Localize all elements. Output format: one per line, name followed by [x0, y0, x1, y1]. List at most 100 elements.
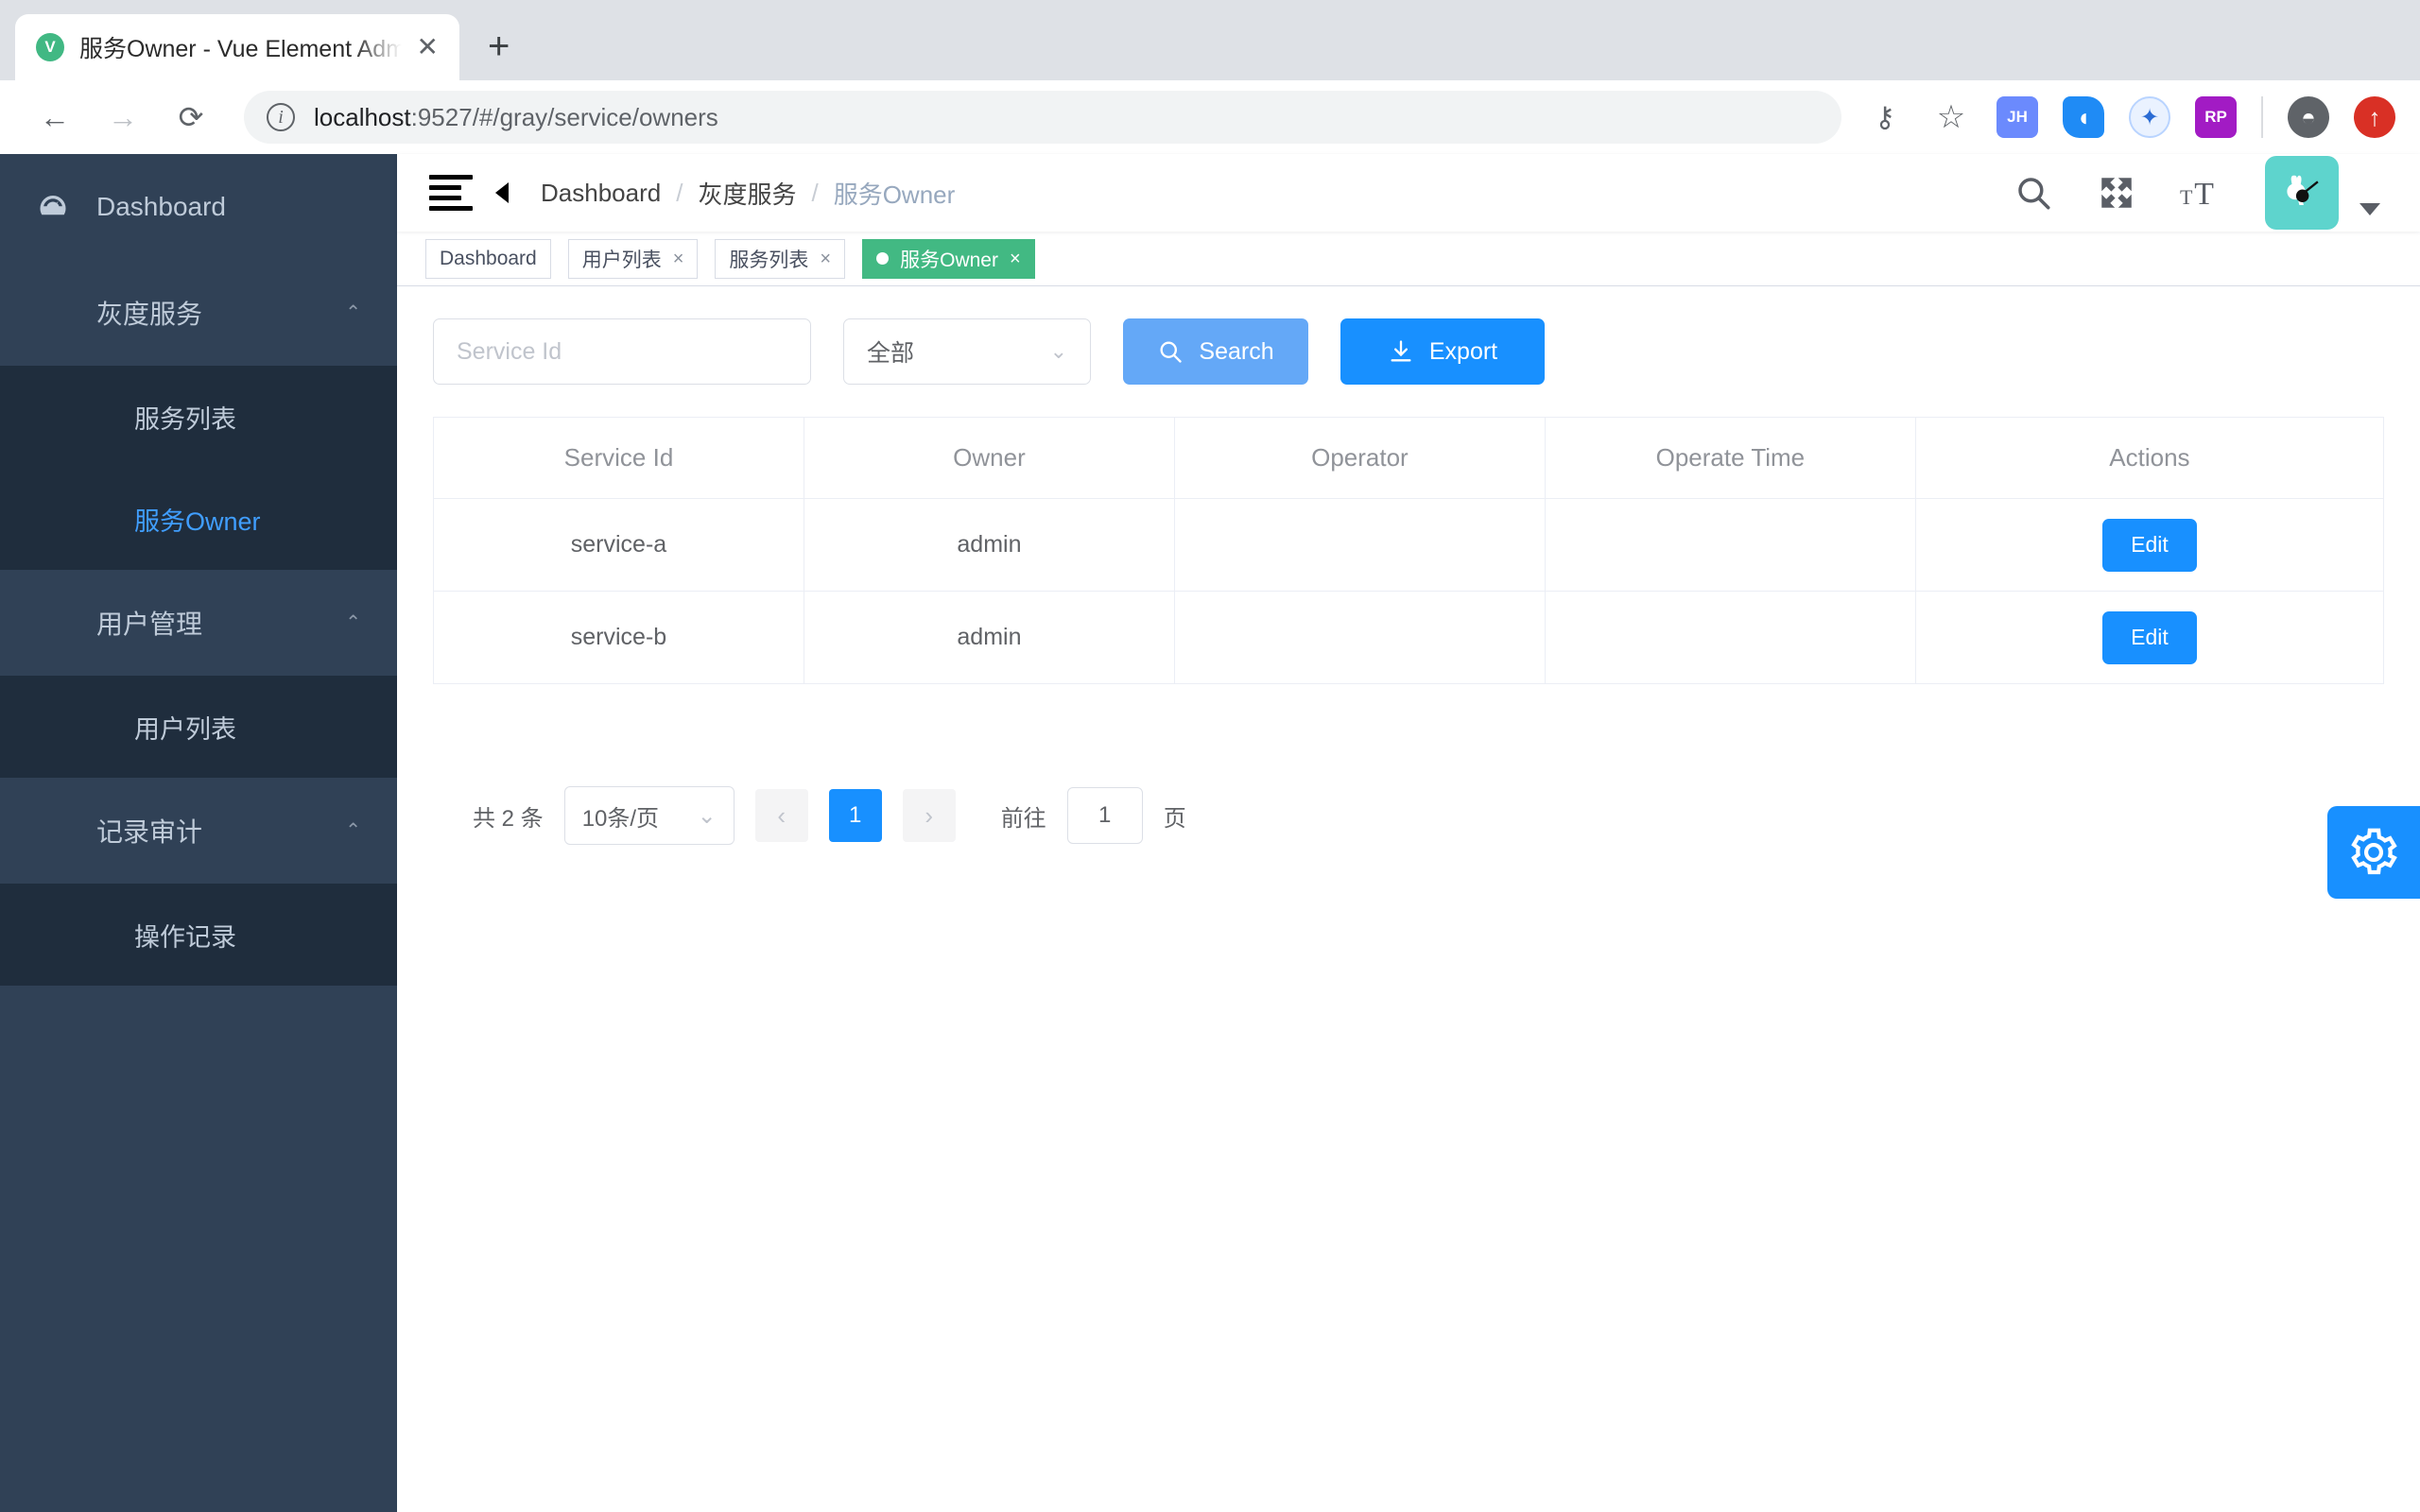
browser-update-icon[interactable]: ↑ — [2354, 96, 2395, 138]
droplet-extension-icon[interactable]: ◖ — [2063, 96, 2104, 138]
cell-operate-time — [1545, 591, 1916, 684]
export-button[interactable]: Export — [1340, 318, 1545, 385]
page-jumper-input[interactable]: 1 — [1066, 787, 1143, 844]
sidebar-toggle-button[interactable] — [429, 169, 509, 216]
page-size-select[interactable]: 10条/页 ⌄ — [563, 786, 735, 845]
sidebar-submenu-gray-service: 服务列表 服务Owner — [0, 366, 397, 570]
sidebar-item-operation-record[interactable]: 操作记录 — [0, 884, 397, 986]
tag-label: 服务Owner — [900, 249, 998, 271]
chevron-up-icon: ⌃ — [345, 302, 361, 323]
sidebar-item-dashboard[interactable]: Dashboard — [0, 154, 397, 260]
browser-tab[interactable]: V 服务Owner - Vue Element Admin ✕ — [15, 14, 459, 80]
navbar-actions: TT — [2014, 156, 2388, 230]
bird-extension-icon[interactable]: ✦ — [2129, 96, 2170, 138]
url-text: localhost:9527/#/gray/service/owners — [314, 103, 718, 132]
next-page-button[interactable]: › — [902, 789, 956, 842]
jumper-prefix-label: 前往 — [1000, 805, 1046, 832]
sidebar-item-label: 记录审计 — [96, 817, 203, 847]
sidebar-item-gray-service[interactable]: 灰度服务 ⌃ — [0, 260, 397, 366]
tag-service-owner[interactable]: 服务Owner × — [862, 238, 1035, 279]
grid-icon — [74, 932, 108, 938]
pagination: 共 2 条 10条/页 ⌄ ‹ 1 › 前往 1 页 — [433, 786, 2384, 845]
breadcrumb-item-dashboard[interactable]: Dashboard — [541, 179, 661, 208]
tags-view: Dashboard 用户列表 × 服务列表 × 服务Owner × — [397, 232, 2420, 286]
search-icon[interactable] — [2014, 173, 2053, 213]
close-tag-icon[interactable]: × — [1010, 249, 1021, 268]
service-id-placeholder: Service Id — [457, 337, 562, 365]
table-row[interactable]: service-b admin Edit — [433, 591, 2384, 684]
pagination-total: 共 2 条 — [473, 805, 544, 832]
search-button[interactable]: Search — [1123, 318, 1308, 385]
grid-icon — [36, 828, 70, 834]
tag-label: 服务列表 — [729, 249, 809, 271]
chevron-down-icon[interactable] — [2360, 202, 2380, 215]
breadcrumb-separator: / — [676, 178, 683, 207]
jh-extension-icon[interactable]: JH — [1996, 96, 2038, 138]
user-avatar[interactable] — [2265, 156, 2339, 230]
table-row[interactable]: service-a admin Edit — [433, 498, 2384, 592]
prev-page-button[interactable]: ‹ — [754, 789, 808, 842]
jumper-suffix-label: 页 — [1163, 805, 1186, 832]
sidebar-item-service-owner[interactable]: 服务Owner — [0, 468, 397, 570]
table-body: service-a admin Edit service-b admin Edi… — [433, 498, 2384, 684]
service-owner-table: Service Id Owner Operator Operate Time A… — [433, 417, 2384, 684]
sidebar-item-service-list[interactable]: 服务列表 — [0, 366, 397, 468]
hamburger-icon — [429, 169, 473, 216]
sidebar-item-label: 操作记录 — [134, 922, 236, 952]
edit-button[interactable]: Edit — [2102, 518, 2197, 572]
tag-label: Dashboard — [440, 247, 537, 269]
cell-service-id: service-a — [433, 498, 804, 592]
status-select-value: 全部 — [867, 340, 915, 367]
close-tag-icon[interactable]: × — [820, 249, 831, 268]
breadcrumb-item-gray-service[interactable]: 灰度服务 — [698, 176, 796, 211]
export-button-label: Export — [1428, 337, 1498, 365]
address-bar[interactable]: i localhost:9527/#/gray/service/owners — [244, 91, 1841, 144]
service-id-input[interactable]: Service Id — [433, 318, 811, 385]
admin-app: Dashboard 灰度服务 ⌃ 服务列表 服务Owner 用户管理 ⌃ 用户列… — [0, 154, 2420, 1512]
new-tab-button[interactable]: + — [488, 27, 510, 65]
password-key-icon[interactable]: ⚷ — [1864, 96, 1906, 138]
collapse-arrow-icon — [495, 182, 509, 203]
column-header-actions: Actions — [1915, 417, 2384, 499]
sidebar-item-user-management[interactable]: 用户管理 ⌃ — [0, 570, 397, 676]
tag-service-list[interactable]: 服务列表 × — [715, 238, 846, 279]
page-size-value: 10条/页 — [581, 805, 660, 832]
back-button[interactable]: ← — [25, 87, 85, 147]
tag-dashboard[interactable]: Dashboard — [425, 238, 551, 279]
close-tag-icon[interactable]: × — [673, 249, 684, 268]
profile-avatar-icon[interactable]: ◓ — [2288, 96, 2329, 138]
status-select[interactable]: 全部 ⌄ — [843, 318, 1091, 385]
forward-button[interactable]: → — [93, 87, 153, 147]
sidebar-submenu-audit-log: 操作记录 — [0, 884, 397, 986]
column-header-operator: Operator — [1174, 417, 1546, 499]
sidebar-item-user-list[interactable]: 用户列表 — [0, 676, 397, 778]
page-content: Service Id 全部 ⌄ Search Export Service Id… — [397, 286, 2420, 1512]
gear-icon — [2351, 828, 2397, 875]
column-header-owner: Owner — [804, 417, 1175, 499]
rp-extension-icon[interactable]: RP — [2195, 96, 2237, 138]
cell-operator — [1174, 591, 1546, 684]
close-tab-icon[interactable]: ✕ — [417, 34, 439, 60]
page-number-1[interactable]: 1 — [828, 789, 882, 842]
font-size-icon[interactable]: TT — [2180, 173, 2221, 213]
site-info-icon[interactable]: i — [267, 103, 295, 131]
fullscreen-icon[interactable] — [2097, 173, 2136, 213]
reload-button[interactable]: ⟳ — [161, 87, 221, 147]
grid-icon — [36, 620, 70, 627]
tag-user-list[interactable]: 用户列表 × — [567, 238, 699, 279]
breadcrumb: Dashboard / 灰度服务 / 服务Owner — [541, 176, 955, 211]
sidebar-item-label: 服务Owner — [134, 507, 261, 536]
main-area: Dashboard / 灰度服务 / 服务Owner TT Dashboard … — [397, 154, 2420, 1512]
sidebar: Dashboard 灰度服务 ⌃ 服务列表 服务Owner 用户管理 ⌃ 用户列… — [0, 154, 397, 1512]
search-button-label: Search — [1199, 337, 1274, 365]
browser-chrome: V 服务Owner - Vue Element Admin ✕ + ← → ⟳ … — [0, 0, 2420, 154]
sidebar-item-label: Dashboard — [96, 192, 226, 221]
sidebar-submenu-user-management: 用户列表 — [0, 676, 397, 778]
url-host: localhost — [314, 102, 411, 131]
edit-button[interactable]: Edit — [2102, 610, 2197, 664]
sidebar-item-audit-log[interactable]: 记录审计 ⌃ — [0, 778, 397, 884]
chevron-up-icon: ⌃ — [345, 820, 361, 841]
right-panel-settings-button[interactable] — [2327, 806, 2420, 899]
svg-text:T: T — [2194, 177, 2214, 212]
bookmark-star-icon[interactable]: ☆ — [1930, 96, 1972, 138]
